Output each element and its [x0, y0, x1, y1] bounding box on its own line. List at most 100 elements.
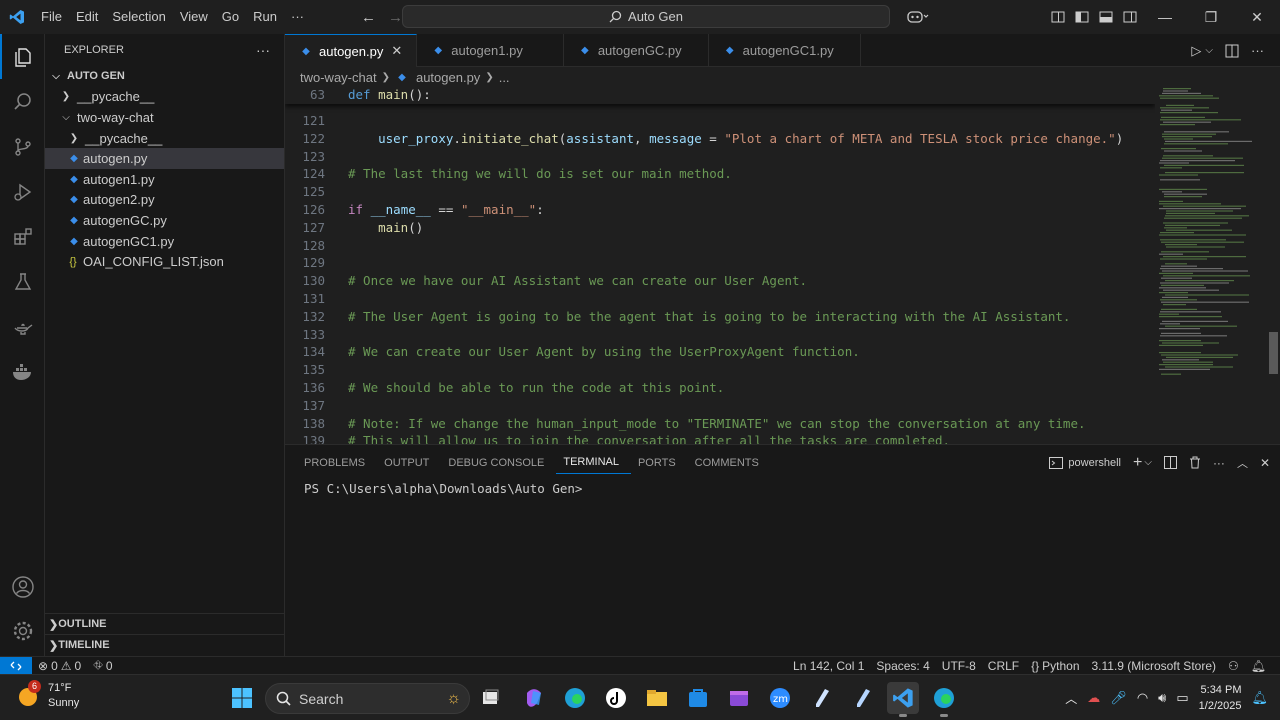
- menu-more[interactable]: ···: [284, 0, 311, 34]
- menu-run[interactable]: Run: [246, 0, 284, 34]
- code-line[interactable]: 132 # The User Agent is going to be the a…: [285, 308, 1070, 326]
- tree-file-autogen2[interactable]: ◆ autogen2.py: [45, 190, 284, 211]
- language-mode[interactable]: {} Python: [1025, 659, 1085, 673]
- tree-folder-pycache-nested[interactable]: ❯ __pycache__: [45, 128, 284, 149]
- problems-status[interactable]: ⊗ 0 ⚠ 0: [32, 659, 87, 673]
- notification-bell-icon[interactable]: 🔔︎: [1251, 690, 1268, 706]
- code-line[interactable]: 122 user_proxy.initiate_chat(assistant, …: [285, 130, 1123, 148]
- explorer-icon[interactable]: [0, 34, 45, 79]
- vscode-taskbar-icon[interactable]: [887, 682, 919, 717]
- tree-file-autogengc[interactable]: ◆ autogenGC.py: [45, 210, 284, 231]
- tree-file-oai-config[interactable]: {} OAI_CONFIG_LIST.json: [45, 251, 284, 272]
- terminal[interactable]: PS C:\Users\alpha\Downloads\Auto Gen>: [285, 480, 1280, 496]
- panel-tab-terminal[interactable]: TERMINAL: [556, 452, 631, 474]
- end-of-line[interactable]: CRLF: [982, 659, 1025, 673]
- battery-icon[interactable]: ▭: [1176, 690, 1188, 706]
- code-line[interactable]: 129: [285, 254, 325, 272]
- volume-icon[interactable]: 🔊︎: [1158, 690, 1166, 706]
- zoom-icon[interactable]: zm: [764, 682, 796, 714]
- menu-file[interactable]: File: [34, 0, 69, 34]
- security-icon[interactable]: ☁: [1087, 690, 1100, 706]
- cursor-position[interactable]: Ln 142, Col 1: [787, 659, 870, 673]
- clock[interactable]: 5:34 PM 1/2/2025: [1199, 682, 1242, 714]
- restore-icon[interactable]: ❐: [1188, 0, 1234, 34]
- edge-browser-2-icon[interactable]: [928, 682, 960, 717]
- run-python-file-icon[interactable]: ▷: [1191, 43, 1201, 59]
- menu-edit[interactable]: Edit: [69, 0, 105, 34]
- python-interpreter[interactable]: 3.11.9 (Microsoft Store): [1086, 659, 1223, 673]
- code-line[interactable]: 133: [285, 326, 325, 344]
- panel-tab-output[interactable]: OUTPUT: [377, 445, 441, 480]
- back-arrow-icon[interactable]: ←: [361, 9, 376, 26]
- panel-tab-comments[interactable]: COMMENTS: [688, 445, 771, 480]
- tree-file-autogen[interactable]: ◆ autogen.py: [45, 148, 284, 169]
- panel-tab-ports[interactable]: PORTS: [631, 445, 688, 480]
- code-line[interactable]: 136 # We should be able to run the code a…: [285, 379, 724, 397]
- file-explorer-icon[interactable]: [641, 682, 673, 714]
- code-line[interactable]: 126 if __name__ == "__main__":: [285, 201, 543, 219]
- workspace-root[interactable]: ⌵ AUTO GEN: [45, 66, 284, 87]
- encoding[interactable]: UTF-8: [936, 659, 982, 673]
- chevron-down-icon[interactable]: ⌵: [1144, 457, 1152, 468]
- menu-view[interactable]: View: [173, 0, 215, 34]
- more-actions-icon[interactable]: ···: [1251, 43, 1264, 58]
- chevron-down-icon[interactable]: ⌵: [1205, 45, 1213, 56]
- code-line[interactable]: 130 # Once we have our AI Assistant we ca…: [285, 272, 807, 290]
- microphone-icon[interactable]: 🎤︎: [1110, 690, 1127, 706]
- tab-autogen[interactable]: ◆ autogen.py ✕: [285, 34, 418, 67]
- edge-browser-icon[interactable]: [559, 682, 591, 714]
- tab-autogengc1[interactable]: ◆ autogenGC1.py: [709, 34, 861, 67]
- pen-app-icon[interactable]: [805, 682, 837, 714]
- copilot-app-icon[interactable]: [518, 682, 550, 714]
- trash-icon[interactable]: [1189, 456, 1201, 469]
- code-line[interactable]: 137: [285, 397, 325, 415]
- scrollbar-thumb[interactable]: [1269, 332, 1278, 374]
- new-terminal-icon[interactable]: +: [1133, 454, 1142, 472]
- tree-folder-pycache[interactable]: ❯ __pycache__: [45, 87, 284, 108]
- tiktok-icon[interactable]: [600, 682, 632, 714]
- code-line[interactable]: 124 # The last thing we will do is set ou…: [285, 165, 731, 183]
- clipchamp-icon[interactable]: [723, 682, 755, 714]
- search-view-icon[interactable]: [0, 79, 45, 124]
- tab-autogen1[interactable]: ◆ autogen1.py: [417, 34, 564, 67]
- panel-tab-debug-console[interactable]: DEBUG CONSOLE: [441, 445, 556, 480]
- menu-selection[interactable]: Selection: [105, 0, 172, 34]
- toggle-panel-icon[interactable]: [1094, 0, 1118, 34]
- code-line[interactable]: 139 # This will allow us to join the conv…: [285, 432, 950, 444]
- code-line[interactable]: 134 # We can create our User Agent by usi…: [285, 343, 859, 361]
- maximize-panel-icon[interactable]: ︿: [1237, 455, 1248, 471]
- indentation[interactable]: Spaces: 4: [870, 659, 935, 673]
- breadcrumb-symbol[interactable]: ...: [499, 70, 510, 85]
- explorer-more-icon[interactable]: ···: [256, 42, 270, 58]
- editor-scrollbar[interactable]: [1267, 86, 1280, 444]
- code-line[interactable]: 135: [285, 361, 325, 379]
- code-line[interactable]: 121: [285, 112, 325, 130]
- code-editor[interactable]: 63 def main(): 121 122 user_proxy.initiat…: [285, 86, 1155, 444]
- code-line[interactable]: 131: [285, 290, 325, 308]
- pen-app-2-icon[interactable]: [846, 682, 878, 714]
- windows-start-icon[interactable]: [226, 682, 258, 714]
- code-line[interactable]: 125: [285, 183, 325, 201]
- wifi-icon[interactable]: ◠: [1137, 690, 1148, 706]
- chevron-up-icon[interactable]: ︿: [1065, 690, 1077, 707]
- outline-section[interactable]: ❯ OUTLINE: [45, 613, 285, 634]
- breadcrumb-folder[interactable]: two-way-chat: [300, 70, 377, 85]
- split-editor-icon[interactable]: [1225, 44, 1239, 58]
- task-view-icon[interactable]: [474, 682, 506, 714]
- copilot-icon[interactable]: [900, 0, 936, 34]
- breadcrumb-file[interactable]: autogen.py: [416, 70, 480, 85]
- more-actions-icon[interactable]: ···: [1213, 456, 1225, 470]
- tree-file-autogen1[interactable]: ◆ autogen1.py: [45, 169, 284, 190]
- customize-layout-icon[interactable]: [1046, 0, 1070, 34]
- weather-widget[interactable]: 6 71°F Sunny: [16, 680, 79, 711]
- tab-autogengc[interactable]: ◆ autogenGC.py: [564, 34, 709, 67]
- close-panel-icon[interactable]: ✕: [1260, 456, 1270, 470]
- tree-file-autogengc1[interactable]: ◆ autogenGC1.py: [45, 231, 284, 252]
- ports-status[interactable]: ⛗ 0: [87, 658, 118, 673]
- sticky-scroll-line[interactable]: 63 def main():: [285, 86, 1155, 104]
- settings-gear-icon[interactable]: [0, 608, 45, 653]
- extensions-icon[interactable]: [0, 214, 45, 259]
- panel-tab-problems[interactable]: PROBLEMS: [297, 445, 377, 480]
- terminal-shell-selector[interactable]: powershell: [1049, 456, 1121, 469]
- split-terminal-icon[interactable]: [1163, 456, 1177, 469]
